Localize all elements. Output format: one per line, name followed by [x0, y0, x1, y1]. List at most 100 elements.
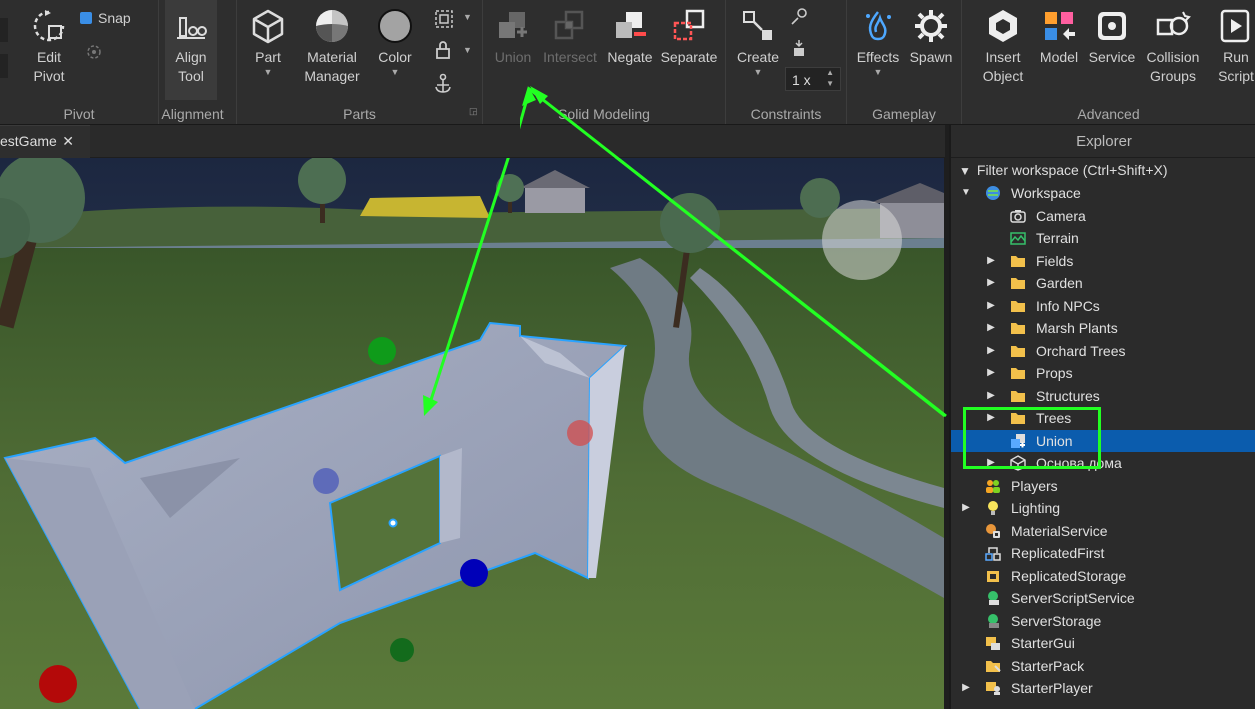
tree-item-label: ServerScriptService [1011, 590, 1135, 606]
create-label: Create [736, 49, 780, 65]
tree-item-marsh-plants[interactable]: ▶ Marsh Plants [951, 317, 1255, 340]
snap-toggle[interactable]: Snap [80, 10, 131, 26]
union-button[interactable]: Union [491, 8, 535, 67]
chevron-down-icon[interactable]: ▼ [853, 67, 903, 77]
color-button[interactable]: Color ▼ [373, 8, 417, 77]
edit-pivot-icon [33, 10, 65, 42]
tab-label: estGame [0, 133, 57, 149]
filter-workspace-input[interactable]: ▼ Filter workspace (Ctrl+Shift+X) [951, 158, 1255, 182]
constraint-details-icon[interactable] [788, 6, 810, 28]
run-script-button[interactable]: Run Script [1212, 8, 1255, 86]
pivot-group-label: Pivot [63, 106, 95, 122]
chevron-right-icon[interactable]: ▶ [961, 677, 971, 699]
lock-icon[interactable] [434, 40, 452, 60]
draw-on-top-icon[interactable] [788, 38, 810, 60]
chevron-right-icon[interactable]: ▶ [986, 250, 996, 272]
tree-item-orchard-trees[interactable]: ▶ Orchard Trees [951, 340, 1255, 363]
collision-groups-button[interactable]: Collision Groups [1142, 8, 1204, 86]
snap-checkbox[interactable] [80, 12, 92, 24]
players-icon [986, 479, 1000, 493]
effects-button[interactable]: Effects ▼ [853, 8, 903, 77]
separate-button[interactable]: Separate [659, 8, 719, 67]
negate-button[interactable]: Negate [605, 8, 655, 67]
tree-item-terrain[interactable]: Terrain [951, 227, 1255, 250]
model-button[interactable]: Model [1036, 8, 1082, 67]
tree-item-info-npcs[interactable]: ▶ Info NPCs [951, 295, 1255, 318]
server-script-service-icon [988, 591, 999, 605]
insert-object-label: Insert Object [982, 49, 1024, 84]
tree-item-replicatedstorage[interactable]: ReplicatedStorage [951, 565, 1255, 588]
tree-item-serverstorage[interactable]: ServerStorage [951, 610, 1255, 633]
workspace-icon [986, 186, 1000, 200]
run-script-icon [1220, 9, 1250, 43]
material-manager-button[interactable]: Material Manager [303, 8, 361, 86]
snap-settings-icon[interactable] [84, 42, 104, 62]
constraint-create-icon [743, 11, 772, 40]
chevron-right-icon[interactable]: ▶ [986, 295, 996, 317]
parts-group-label: Parts [343, 106, 376, 122]
tree-item-label: ReplicatedStorage [1011, 567, 1127, 584]
service-button[interactable]: Service [1086, 8, 1138, 67]
anchor-icon[interactable] [433, 73, 453, 95]
chevron-right-icon[interactable]: ▶ [986, 362, 996, 384]
chevron-right-icon[interactable]: ▶ [986, 385, 996, 407]
chevron-right-icon[interactable]: ▶ [986, 317, 996, 339]
effects-icon [866, 11, 891, 41]
tree-item-structures[interactable]: ▶ Structures [951, 385, 1255, 408]
chevron-down-icon[interactable]: ▼ [463, 45, 472, 55]
chevron-down-icon[interactable]: ▼ [463, 12, 472, 22]
tree-item-fields[interactable]: ▶ Fields [951, 250, 1255, 273]
tree-item-label: Camera [1036, 207, 1086, 224]
service-icon [1098, 12, 1126, 40]
material-sphere-icon [316, 10, 348, 42]
tree-item-label: ServerStorage [1011, 612, 1102, 629]
tree-item-garden[interactable]: ▶ Garden [951, 272, 1255, 295]
tree-item-replicatedfirst[interactable]: ReplicatedFirst [951, 542, 1255, 565]
intersect-icon [554, 10, 584, 40]
chevron-down-icon[interactable]: ▼ [734, 67, 782, 77]
collision-groups-icon [1156, 11, 1191, 36]
tree-item-workspace[interactable]: ▼ Workspace [951, 182, 1255, 205]
chevron-right-icon[interactable]: ▶ [986, 340, 996, 362]
edit-pivot-button[interactable]: Edit Pivot [24, 8, 74, 86]
close-icon[interactable]: ✕ [62, 126, 74, 157]
insert-object-button[interactable]: Insert Object [974, 8, 1032, 86]
align-tool-button[interactable]: Align Tool [165, 0, 217, 100]
color-swatch-icon [378, 9, 412, 43]
color-label: Color [378, 49, 412, 65]
tree-item-players[interactable]: Players [951, 475, 1255, 498]
chevron-down-icon[interactable]: ▼ [961, 182, 971, 204]
folder-icon [1011, 300, 1025, 312]
intersect-button[interactable]: Intersect [539, 8, 601, 67]
tree-item-label: StarterGui [1011, 635, 1075, 651]
tree-item-label: Workspace [1011, 185, 1081, 201]
chevron-right-icon[interactable]: ▶ [986, 272, 996, 294]
material-manager-label: Material Manager [304, 49, 360, 84]
filter-icon: ▼ [959, 164, 971, 178]
chevron-down-icon[interactable]: ▼ [247, 67, 289, 77]
folder-icon [1011, 368, 1025, 379]
annotation-arrow-line [520, 86, 947, 418]
spawn-label: Spawn [909, 49, 953, 65]
tree-item-serverscriptservice[interactable]: ServerScriptService [951, 587, 1255, 610]
union-label: Union [494, 49, 532, 65]
tree-item-lighting[interactable]: ▶ Lighting [951, 497, 1255, 520]
tree-item-props[interactable]: ▶ Props [951, 362, 1255, 385]
alignment-group-label: Alignment [161, 106, 224, 122]
tab-game[interactable]: estGame ✕ [0, 125, 90, 158]
tree-item-starterpack[interactable]: StarterPack [951, 655, 1255, 678]
tree-item-label: Garden [1036, 275, 1083, 291]
tree-item-camera[interactable]: Camera [951, 205, 1255, 228]
explorer-panel: Explorer ▼ Filter workspace (Ctrl+Shift+X… [949, 125, 1255, 709]
create-button[interactable]: Create ▼ [734, 8, 782, 77]
align-tool-label: Align Tool [175, 49, 207, 84]
group-icon[interactable] [433, 8, 455, 30]
tree-item-starterplayer[interactable]: ▶ StarterPlayer [951, 677, 1255, 700]
part-button[interactable]: Part ▼ [247, 8, 289, 77]
tree-item-materialservice[interactable]: MaterialService [951, 520, 1255, 543]
chevron-right-icon[interactable]: ▶ [961, 497, 971, 519]
chevron-down-icon[interactable]: ▼ [373, 67, 417, 77]
spawn-button[interactable]: Spawn [907, 8, 955, 67]
tree-item-startergui[interactable]: StarterGui [951, 632, 1255, 655]
separate-label: Separate [660, 49, 718, 65]
